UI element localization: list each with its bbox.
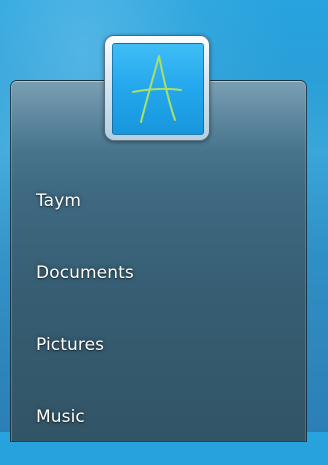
menu-item-pictures[interactable]: Pictures — [11, 321, 306, 393]
user-picture-image — [112, 43, 204, 135]
menu-item-music[interactable]: Music — [11, 393, 306, 465]
menu-item-label: Pictures — [36, 335, 105, 355]
menu-item-user-folder[interactable]: Taym — [11, 177, 306, 249]
letter-a-avatar-icon — [132, 55, 182, 123]
menu-item-label: Music — [36, 407, 85, 427]
menu-item-label: Taym — [36, 191, 82, 211]
menu-item-label: Documents — [36, 263, 134, 283]
user-account-picture[interactable] — [104, 35, 210, 141]
menu-item-documents[interactable]: Documents — [11, 249, 306, 321]
start-menu-links: Taym Documents Pictures Music — [11, 177, 306, 465]
